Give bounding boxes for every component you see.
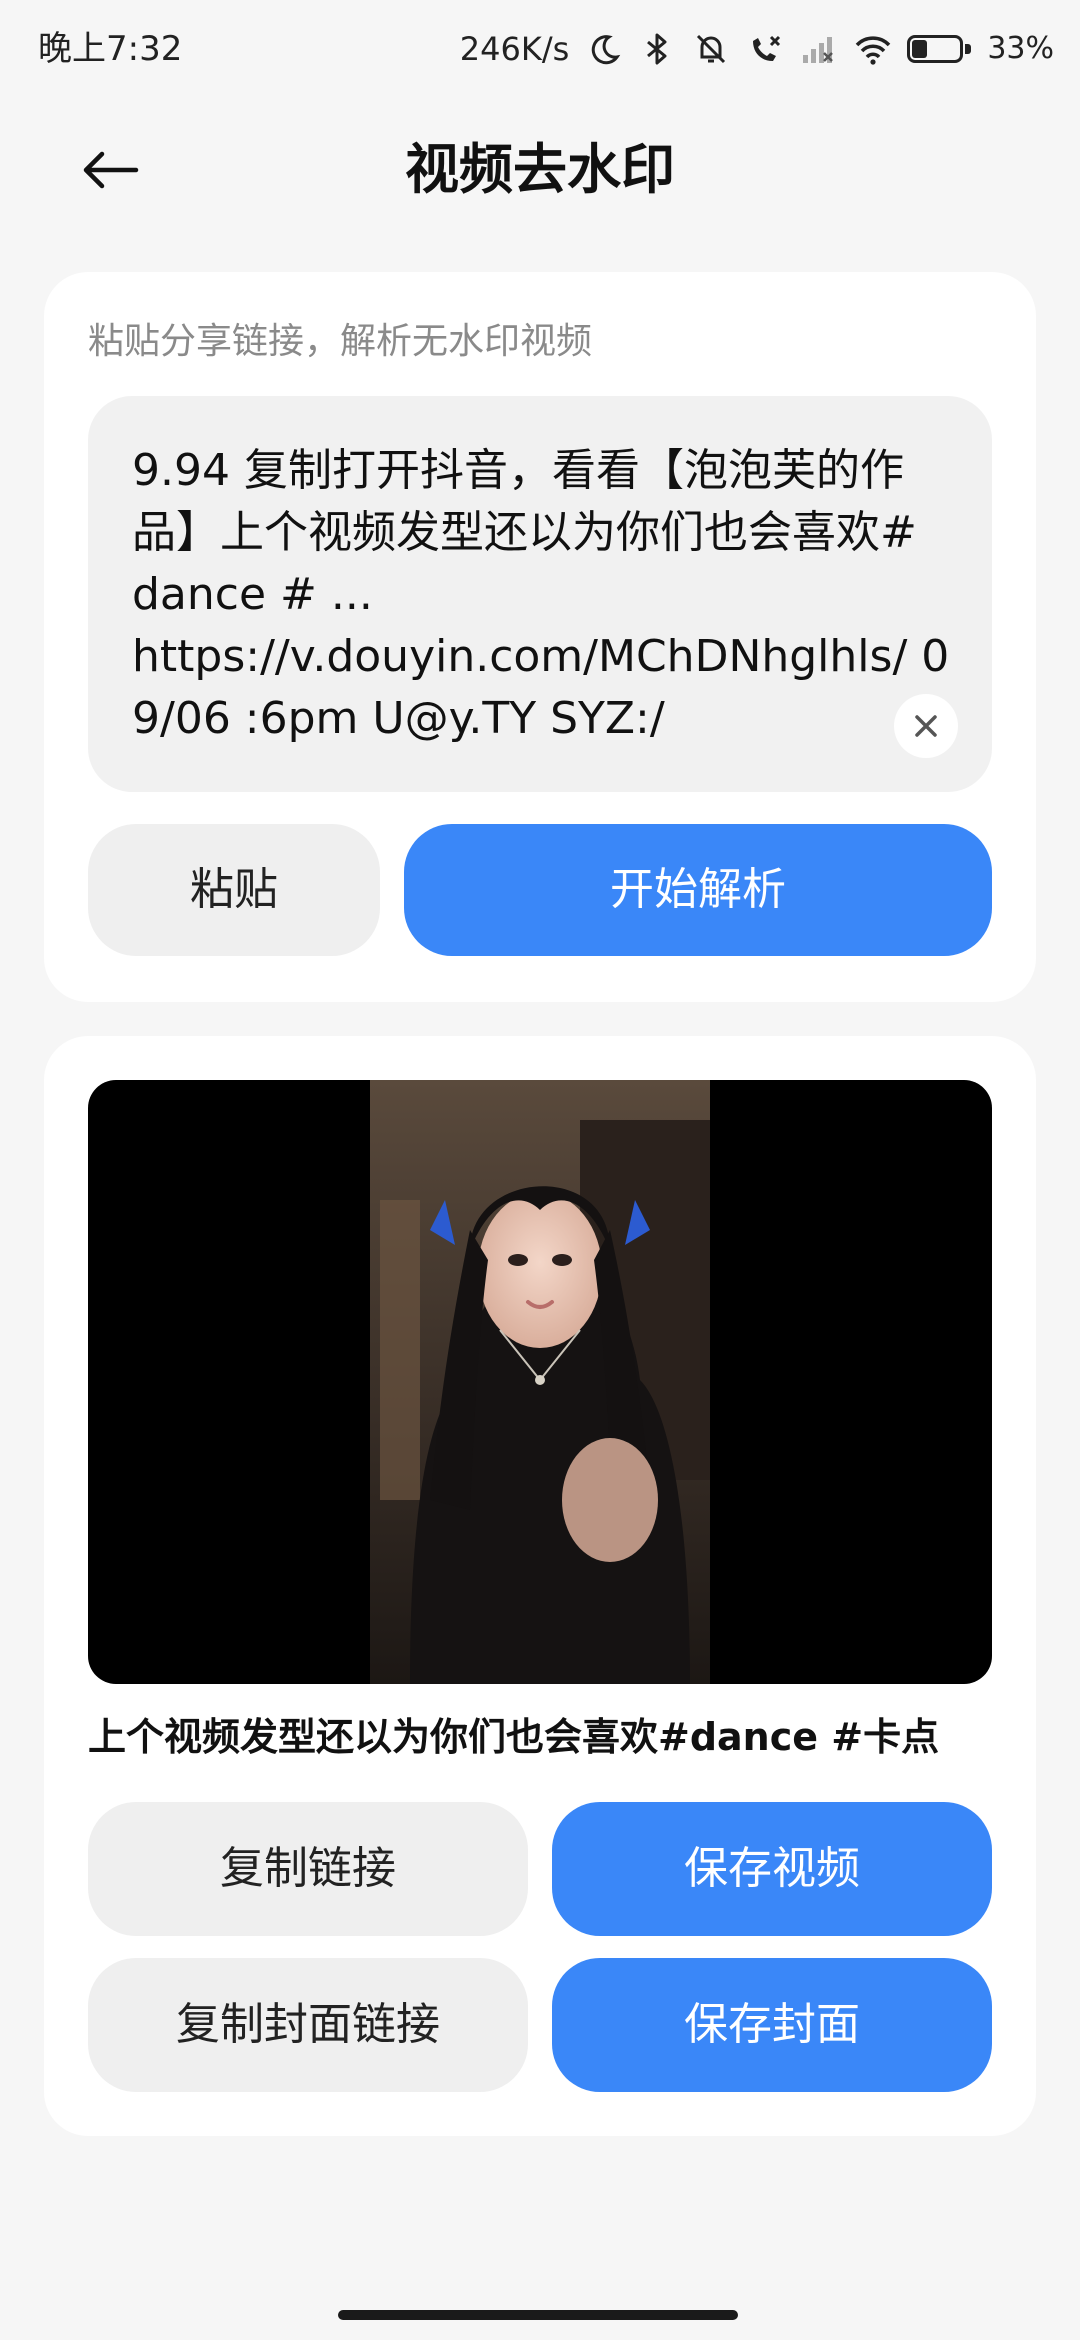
call-missed-icon xyxy=(745,29,785,69)
paste-button[interactable]: 粘贴 xyxy=(88,824,380,956)
wifi-icon xyxy=(853,29,893,69)
battery-level-fill xyxy=(912,40,928,58)
status-bar: 晚上7:32 246K/s 33% xyxy=(0,0,1080,100)
copy-cover-link-button[interactable]: 复制封面链接 xyxy=(88,1958,528,2092)
video-caption: 上个视频发型还以为你们也会喜欢#dance #卡点 xyxy=(88,1715,940,1759)
bluetooth-icon xyxy=(637,29,677,69)
close-icon xyxy=(915,715,937,737)
network-speed: 246K/s xyxy=(459,30,570,68)
header: 视频去水印 xyxy=(0,118,1080,222)
save-video-button[interactable]: 保存视频 xyxy=(552,1802,992,1936)
signal-icon xyxy=(799,29,839,69)
status-indicators: 246K/s 33% xyxy=(460,26,1054,72)
copy-link-button[interactable]: 复制链接 xyxy=(88,1802,528,1936)
input-hint: 粘贴分享链接，解析无水印视频 xyxy=(88,321,593,362)
link-input-field[interactable]: 9.94 复制打开抖音，看看【泡泡芙的作品】上个视频发型还以为你们也会喜欢# d… xyxy=(88,396,992,792)
link-input-card: 粘贴分享链接，解析无水印视频 9.94 复制打开抖音，看看【泡泡芙的作品】上个视… xyxy=(44,272,1036,1002)
bell-off-icon xyxy=(691,29,731,69)
battery-icon xyxy=(907,31,973,67)
video-thumbnail xyxy=(370,1080,710,1684)
link-input-text[interactable]: 9.94 复制打开抖音，看看【泡泡芙的作品】上个视频发型还以为你们也会喜欢# d… xyxy=(132,440,952,750)
save-cover-button[interactable]: 保存封面 xyxy=(552,1958,992,2092)
clear-input-button[interactable] xyxy=(894,694,958,758)
page-title: 视频去水印 xyxy=(405,138,675,201)
home-indicator[interactable] xyxy=(338,2310,738,2320)
moon-icon xyxy=(583,29,623,69)
status-time: 晚上7:32 xyxy=(38,29,183,69)
video-player[interactable] xyxy=(88,1080,992,1684)
start-parse-button[interactable]: 开始解析 xyxy=(404,824,992,956)
battery-percent: 33% xyxy=(987,31,1054,66)
video-result-card: 上个视频发型还以为你们也会喜欢#dance #卡点 复制链接 保存视频 复制封面… xyxy=(44,1036,1036,2136)
